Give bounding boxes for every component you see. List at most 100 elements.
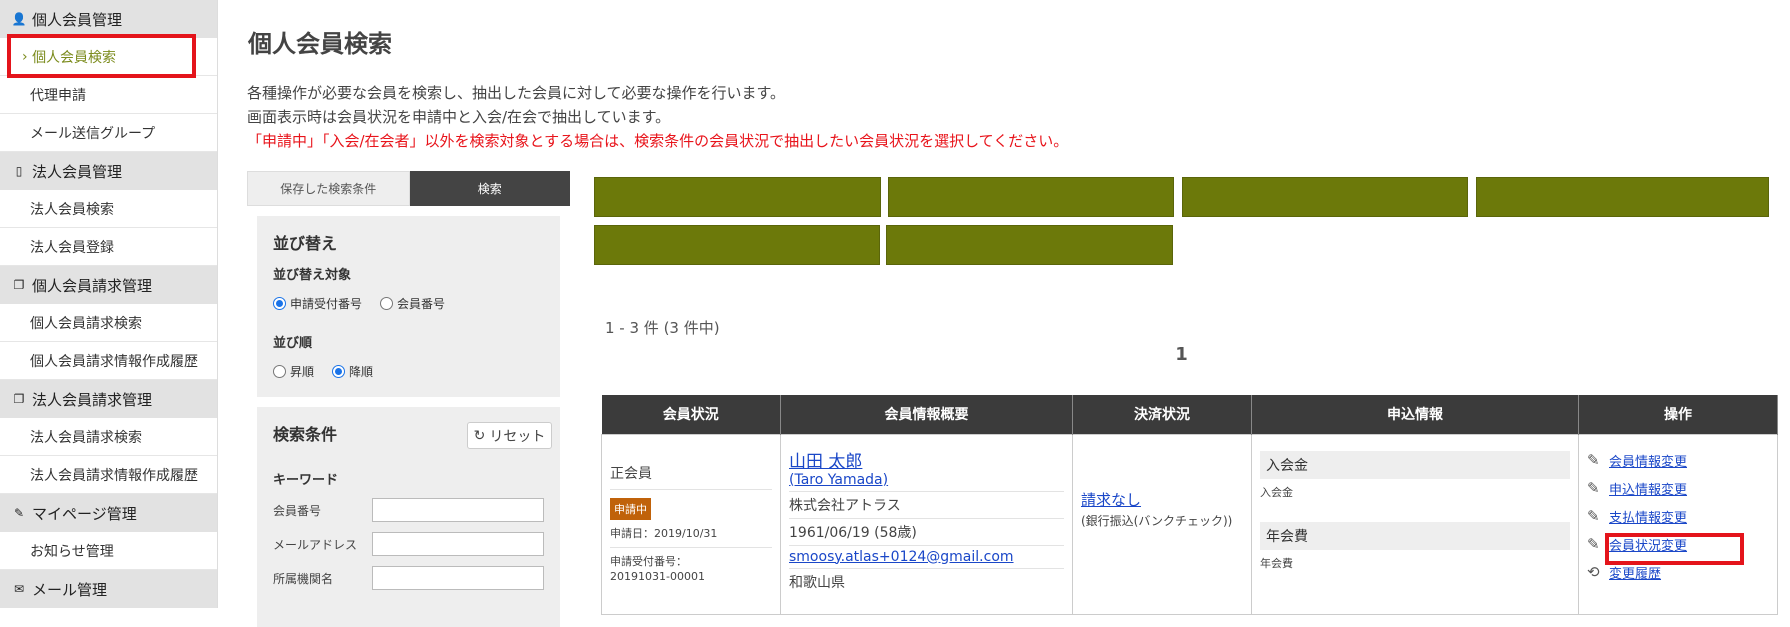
keyword-label: キーワード <box>273 473 339 488</box>
tab-saved-conditions[interactable]: 保存した検索条件 <box>247 171 410 206</box>
section-label: 個人会員管理 <box>32 10 123 29</box>
section-mypage: ✎ マイページ管理 <box>0 494 217 532</box>
sidebar-item-corporate-register[interactable]: 法人会員登録 <box>0 228 217 266</box>
radio-application-number[interactable]: 申請受付番号 <box>273 295 362 312</box>
member-number-input[interactable] <box>372 498 544 522</box>
history-icon: ⟲ <box>1587 563 1600 581</box>
sidebar-item-corporate-billing-search[interactable]: 法人会員請求検索 <box>0 418 217 456</box>
payment-cell: 請求なし (銀行振込(バンクチェック)) <box>1072 433 1252 615</box>
radio-label: 会員番号 <box>397 297 446 311</box>
reset-button[interactable]: ↻ リセット <box>467 422 552 449</box>
sidebar-item-personal-billing-search[interactable]: 個人会員請求検索 <box>0 304 217 342</box>
action-button[interactable] <box>886 225 1173 265</box>
prefecture: 和歌山県 <box>789 574 845 591</box>
section-personal-billing: ❐ 個人会員請求管理 <box>0 266 217 304</box>
section-label: 法人会員管理 <box>32 162 123 181</box>
sidebar-item-proxy-application[interactable]: 代理申請 <box>0 76 217 114</box>
description-line: 各種操作が必要な会員を検索し、抽出した会員に対して必要な操作を行います。 <box>247 84 786 102</box>
action-button[interactable] <box>888 177 1174 217</box>
status-badge: 申請中 <box>610 497 651 520</box>
radio-descending[interactable]: 降順 <box>332 363 373 380</box>
op-link[interactable]: 変更履歴 <box>1609 563 1661 582</box>
fee-label-entry: 入会金 <box>1260 450 1570 479</box>
pencil-icon: ✎ <box>1587 451 1600 469</box>
person-icon: 👤 <box>11 12 27 26</box>
operations-cell: ✎ 会員情報変更 ✎ 申込情報変更 ✎ 支払情報変更 ✎ 会員状況変更 ⟲ 変更履歴 <box>1578 433 1778 615</box>
tab-search[interactable]: 検索 <box>409 171 570 206</box>
document-icon: ❐ <box>13 278 25 292</box>
pencil-icon: ✎ <box>1587 507 1600 525</box>
op-edit-payment-info[interactable]: ✎ 支払情報変更 <box>1587 507 1769 526</box>
section-label: メール管理 <box>32 580 108 599</box>
application-number-label: 申請受付番号： <box>610 554 687 568</box>
radio-member-number[interactable]: 会員番号 <box>380 295 445 312</box>
radio-label: 申請受付番号 <box>290 297 363 311</box>
panel-tabs: 保存した検索条件 検索 <box>247 171 570 206</box>
sort-title: 並び替え <box>273 234 338 253</box>
radio-checked[interactable] <box>273 297 286 310</box>
action-button[interactable] <box>1182 177 1468 217</box>
member-name-link[interactable]: 山田 太郎 <box>789 447 1064 472</box>
org-input[interactable] <box>372 566 544 590</box>
radio-label: 降順 <box>349 365 374 379</box>
status-cell: 正会員 申請中 申請日：2019/10/31 申請受付番号： 20191031-… <box>601 433 781 615</box>
sort-target-label: 並び替え対象 <box>273 268 352 283</box>
description-warning: 「申請中」「入会/在会者」以外を検索対象とする場合は、検索条件の会員状況で抽出し… <box>247 132 1069 150</box>
fee-label-annual: 年会費 <box>1260 521 1570 550</box>
sidebar-item-corporate-search[interactable]: 法人会員検索 <box>0 190 217 228</box>
op-link[interactable]: 会員情報変更 <box>1609 451 1687 470</box>
result-count: 1 - 3 件 (3 件中) <box>605 319 720 337</box>
column-header: 会員情報概要 <box>780 395 1073 434</box>
member-name-en-link[interactable]: (Taro Yamada) <box>789 472 1064 488</box>
company-name: 株式会社アトラス <box>789 492 1064 519</box>
mail-icon: ✉ <box>13 582 25 596</box>
main-content: 個人会員検索 各種操作が必要な会員を検索し、抽出した会員に対して必要な操作を行い… <box>219 0 1790 627</box>
pen-icon: ✎ <box>13 506 25 520</box>
column-header: 会員状況 <box>601 395 781 434</box>
sidebar-item-news[interactable]: お知らせ管理 <box>0 532 217 570</box>
member-number-row: 会員番号 <box>273 498 544 522</box>
table-row: 正会員 申請中 申請日：2019/10/31 申請受付番号： 20191031-… <box>601 433 1778 615</box>
results-table: 会員状況 会員情報概要 決済状況 申込情報 操作 正会員 申請中 申請日：201… <box>601 395 1778 615</box>
radio-unchecked[interactable] <box>380 297 394 310</box>
email-block: smoosy.atlas+0124@gmail.com <box>789 546 1064 569</box>
sort-order-label: 並び順 <box>273 336 313 351</box>
application-date: 申請日：2019/10/31 <box>610 526 772 548</box>
sort-box: 並び替え 並び替え対象 申請受付番号 会員番号 並び順 昇順 降順 <box>257 216 560 397</box>
application-info-cell: 入会金 入会金 年会費 年会費 <box>1251 433 1579 615</box>
description-line: 画面表示時は会員状況を申請中と入会/在会で抽出しています。 <box>247 108 671 126</box>
op-edit-application-info[interactable]: ✎ 申込情報変更 <box>1587 479 1769 498</box>
section-personal-members: 👤 個人会員管理 <box>0 0 217 38</box>
action-button[interactable] <box>594 177 881 217</box>
payment-status-link[interactable]: 請求なし <box>1081 489 1243 510</box>
radio-unchecked[interactable] <box>273 365 286 378</box>
condition-box: 検索条件 ↻ リセット キーワード 会員番号 メールアドレス 所属機関名 <box>257 407 560 627</box>
email-link[interactable]: smoosy.atlas+0124@gmail.com <box>789 549 1014 565</box>
section-label: マイページ管理 <box>32 504 137 523</box>
radio-ascending[interactable]: 昇順 <box>273 363 314 380</box>
action-button[interactable] <box>1476 177 1769 217</box>
section-corporate-members: ▯ 法人会員管理 <box>0 152 217 190</box>
section-label: 法人会員請求管理 <box>32 390 153 409</box>
op-change-history[interactable]: ⟲ 変更履歴 <box>1587 563 1769 582</box>
sidebar-item-personal-billing-history[interactable]: 個人会員請求情報作成履歴 <box>0 342 217 380</box>
op-link[interactable]: 支払情報変更 <box>1609 507 1687 526</box>
search-panel: 保存した検索条件 検索 並び替え 並び替え対象 申請受付番号 会員番号 並び順 … <box>247 171 570 627</box>
email-input[interactable] <box>372 532 544 556</box>
sidebar-item-corporate-billing-history[interactable]: 法人会員請求情報作成履歴 <box>0 456 217 494</box>
column-header: 決済状況 <box>1072 395 1252 434</box>
op-link[interactable]: 申込情報変更 <box>1609 479 1687 498</box>
org-row: 所属機関名 <box>273 566 544 590</box>
action-button[interactable] <box>594 225 880 265</box>
sidebar-item-mail-group[interactable]: メール送信グループ <box>0 114 217 152</box>
fee-entry-value: 入会金 <box>1260 485 1293 499</box>
building-icon: ▯ <box>15 164 23 178</box>
fee-annual-value: 年会費 <box>1260 556 1293 570</box>
document-icon: ❐ <box>13 392 25 406</box>
highlight-box <box>1605 533 1744 565</box>
column-header: 申込情報 <box>1251 395 1579 434</box>
op-edit-member-info[interactable]: ✎ 会員情報変更 <box>1587 451 1769 470</box>
highlight-box <box>7 34 196 78</box>
radio-checked[interactable] <box>332 365 346 378</box>
page-link[interactable]: 1 <box>1175 344 1188 365</box>
